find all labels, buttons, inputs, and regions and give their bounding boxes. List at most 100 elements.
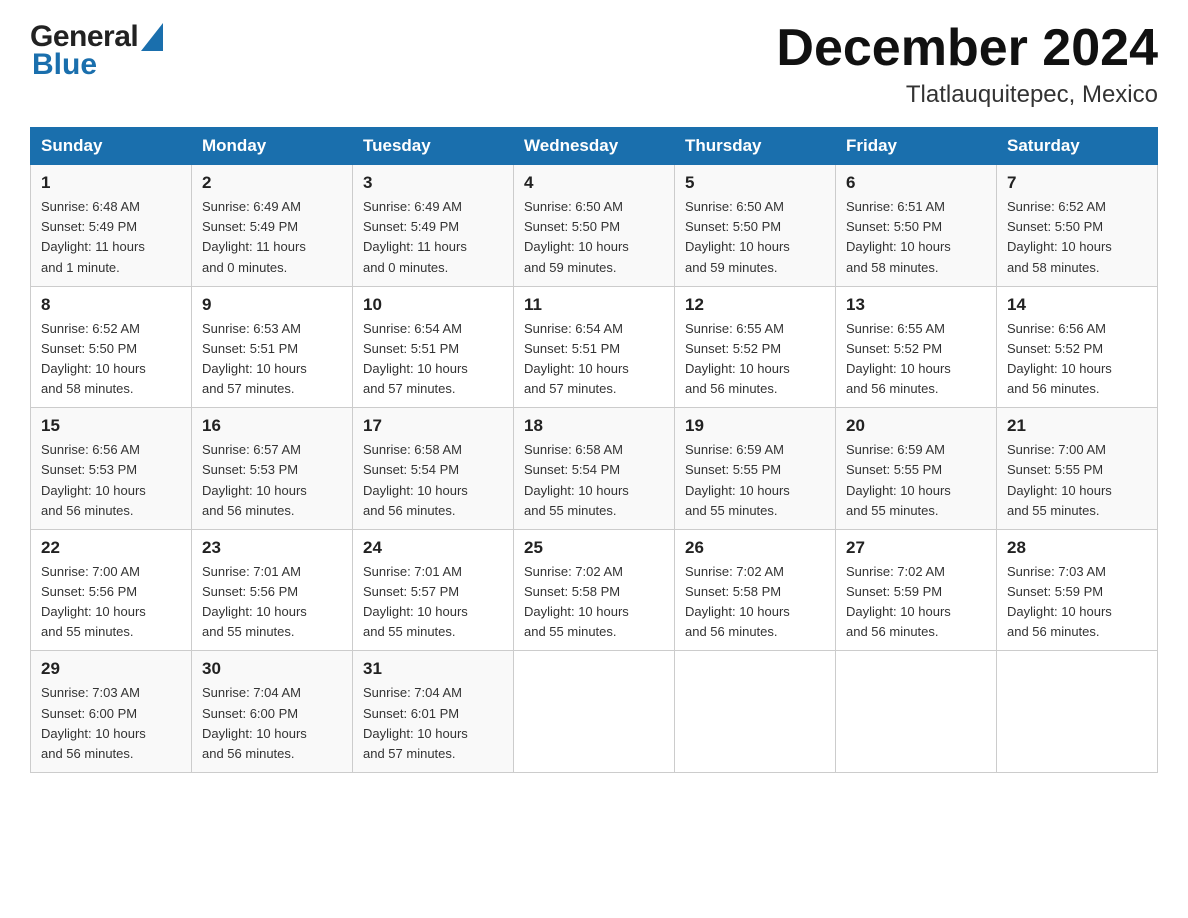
day-cell: 20Sunrise: 6:59 AMSunset: 5:55 PMDayligh… <box>836 408 997 530</box>
day-cell: 1 Sunrise: 6:48 AMSunset: 5:49 PMDaylight… <box>31 165 192 287</box>
header-cell-wednesday: Wednesday <box>514 128 675 165</box>
day-info: Sunrise: 6:50 AMSunset: 5:50 PMDaylight:… <box>685 197 825 278</box>
header-cell-sunday: Sunday <box>31 128 192 165</box>
day-cell: 8 Sunrise: 6:52 AMSunset: 5:50 PMDaylight… <box>31 286 192 408</box>
day-info: Sunrise: 7:04 AMSunset: 6:00 PMDaylight:… <box>202 683 342 764</box>
day-info: Sunrise: 6:51 AMSunset: 5:50 PMDaylight:… <box>846 197 986 278</box>
day-cell: 31 Sunrise: 7:04 AMSunset: 6:01 PMDayligh… <box>353 651 514 773</box>
week-row-5: 29Sunrise: 7:03 AMSunset: 6:00 PMDayligh… <box>31 651 1158 773</box>
day-info: Sunrise: 6:55 AMSunset: 5:52 PMDaylight:… <box>846 319 986 400</box>
day-number: 7 <box>1007 173 1147 193</box>
month-title: December 2024 <box>776 20 1158 77</box>
day-cell: 27Sunrise: 7:02 AMSunset: 5:59 PMDayligh… <box>836 529 997 651</box>
day-number: 12 <box>685 295 825 315</box>
day-cell: 5 Sunrise: 6:50 AMSunset: 5:50 PMDaylight… <box>675 165 836 287</box>
day-info: Sunrise: 6:55 AMSunset: 5:52 PMDaylight:… <box>685 319 825 400</box>
day-number: 11 <box>524 295 664 315</box>
day-cell: 12 Sunrise: 6:55 AMSunset: 5:52 PMDayligh… <box>675 286 836 408</box>
calendar-table: SundayMondayTuesdayWednesdayThursdayFrid… <box>30 127 1158 773</box>
day-cell: 10Sunrise: 6:54 AMSunset: 5:51 PMDayligh… <box>353 286 514 408</box>
day-info: Sunrise: 7:00 AMSunset: 5:55 PMDaylight:… <box>1007 440 1147 521</box>
day-number: 4 <box>524 173 664 193</box>
logo: General Blue <box>30 20 163 82</box>
day-cell: 21 Sunrise: 7:00 AMSunset: 5:55 PMDayligh… <box>997 408 1158 530</box>
day-cell: 24 Sunrise: 7:01 AMSunset: 5:57 PMDayligh… <box>353 529 514 651</box>
week-row-4: 22 Sunrise: 7:00 AMSunset: 5:56 PMDayligh… <box>31 529 1158 651</box>
day-number: 10 <box>363 295 503 315</box>
day-number: 8 <box>41 295 181 315</box>
day-number: 19 <box>685 416 825 436</box>
day-number: 14 <box>1007 295 1147 315</box>
day-cell: 11Sunrise: 6:54 AMSunset: 5:51 PMDayligh… <box>514 286 675 408</box>
day-info: Sunrise: 6:50 AMSunset: 5:50 PMDaylight:… <box>524 197 664 278</box>
day-cell: 26Sunrise: 7:02 AMSunset: 5:58 PMDayligh… <box>675 529 836 651</box>
day-cell <box>836 651 997 773</box>
day-number: 1 <box>41 173 181 193</box>
week-row-1: 1 Sunrise: 6:48 AMSunset: 5:49 PMDaylight… <box>31 165 1158 287</box>
day-cell: 25 Sunrise: 7:02 AMSunset: 5:58 PMDayligh… <box>514 529 675 651</box>
day-cell: 28Sunrise: 7:03 AMSunset: 5:59 PMDayligh… <box>997 529 1158 651</box>
day-info: Sunrise: 6:53 AMSunset: 5:51 PMDaylight:… <box>202 319 342 400</box>
day-cell <box>997 651 1158 773</box>
day-info: Sunrise: 7:03 AMSunset: 6:00 PMDaylight:… <box>41 683 181 764</box>
day-number: 24 <box>363 538 503 558</box>
calendar-header: SundayMondayTuesdayWednesdayThursdayFrid… <box>31 128 1158 165</box>
day-info: Sunrise: 7:02 AMSunset: 5:58 PMDaylight:… <box>524 562 664 643</box>
day-number: 30 <box>202 659 342 679</box>
day-info: Sunrise: 6:58 AMSunset: 5:54 PMDaylight:… <box>524 440 664 521</box>
header-cell-friday: Friday <box>836 128 997 165</box>
day-info: Sunrise: 6:59 AMSunset: 5:55 PMDaylight:… <box>846 440 986 521</box>
title-block: December 2024 Tlatlauquitepec, Mexico <box>776 20 1158 109</box>
day-number: 5 <box>685 173 825 193</box>
day-number: 31 <box>363 659 503 679</box>
day-number: 15 <box>41 416 181 436</box>
header-cell-saturday: Saturday <box>997 128 1158 165</box>
day-info: Sunrise: 6:58 AMSunset: 5:54 PMDaylight:… <box>363 440 503 521</box>
day-info: Sunrise: 6:59 AMSunset: 5:55 PMDaylight:… <box>685 440 825 521</box>
day-number: 21 <box>1007 416 1147 436</box>
day-cell: 6 Sunrise: 6:51 AMSunset: 5:50 PMDaylight… <box>836 165 997 287</box>
day-cell: 30 Sunrise: 7:04 AMSunset: 6:00 PMDayligh… <box>192 651 353 773</box>
day-cell: 7Sunrise: 6:52 AMSunset: 5:50 PMDaylight… <box>997 165 1158 287</box>
day-cell: 14 Sunrise: 6:56 AMSunset: 5:52 PMDayligh… <box>997 286 1158 408</box>
day-number: 27 <box>846 538 986 558</box>
header-cell-thursday: Thursday <box>675 128 836 165</box>
page-header: General Blue December 2024 Tlatlauquitep… <box>30 20 1158 109</box>
day-cell: 2Sunrise: 6:49 AMSunset: 5:49 PMDaylight… <box>192 165 353 287</box>
header-cell-monday: Monday <box>192 128 353 165</box>
day-info: Sunrise: 6:56 AMSunset: 5:52 PMDaylight:… <box>1007 319 1147 400</box>
day-info: Sunrise: 6:56 AMSunset: 5:53 PMDaylight:… <box>41 440 181 521</box>
day-number: 25 <box>524 538 664 558</box>
day-cell <box>675 651 836 773</box>
day-info: Sunrise: 6:52 AMSunset: 5:50 PMDaylight:… <box>41 319 181 400</box>
day-cell: 16 Sunrise: 6:57 AMSunset: 5:53 PMDayligh… <box>192 408 353 530</box>
day-info: Sunrise: 6:48 AMSunset: 5:49 PMDaylight:… <box>41 197 181 278</box>
day-number: 16 <box>202 416 342 436</box>
logo-blue-text: Blue <box>32 48 97 82</box>
day-info: Sunrise: 7:03 AMSunset: 5:59 PMDaylight:… <box>1007 562 1147 643</box>
day-info: Sunrise: 7:04 AMSunset: 6:01 PMDaylight:… <box>363 683 503 764</box>
day-info: Sunrise: 7:00 AMSunset: 5:56 PMDaylight:… <box>41 562 181 643</box>
logo-arrow-icon <box>141 23 163 51</box>
calendar-body: 1 Sunrise: 6:48 AMSunset: 5:49 PMDaylight… <box>31 165 1158 773</box>
day-info: Sunrise: 7:01 AMSunset: 5:57 PMDaylight:… <box>363 562 503 643</box>
week-row-3: 15 Sunrise: 6:56 AMSunset: 5:53 PMDayligh… <box>31 408 1158 530</box>
header-cell-tuesday: Tuesday <box>353 128 514 165</box>
day-cell: 9 Sunrise: 6:53 AMSunset: 5:51 PMDaylight… <box>192 286 353 408</box>
day-cell: 22 Sunrise: 7:00 AMSunset: 5:56 PMDayligh… <box>31 529 192 651</box>
day-cell: 18Sunrise: 6:58 AMSunset: 5:54 PMDayligh… <box>514 408 675 530</box>
day-number: 9 <box>202 295 342 315</box>
day-number: 17 <box>363 416 503 436</box>
day-number: 6 <box>846 173 986 193</box>
day-cell: 23Sunrise: 7:01 AMSunset: 5:56 PMDayligh… <box>192 529 353 651</box>
day-cell: 13Sunrise: 6:55 AMSunset: 5:52 PMDayligh… <box>836 286 997 408</box>
week-row-2: 8 Sunrise: 6:52 AMSunset: 5:50 PMDaylight… <box>31 286 1158 408</box>
day-number: 22 <box>41 538 181 558</box>
day-info: Sunrise: 7:02 AMSunset: 5:58 PMDaylight:… <box>685 562 825 643</box>
day-info: Sunrise: 7:01 AMSunset: 5:56 PMDaylight:… <box>202 562 342 643</box>
day-info: Sunrise: 6:57 AMSunset: 5:53 PMDaylight:… <box>202 440 342 521</box>
day-info: Sunrise: 6:49 AMSunset: 5:49 PMDaylight:… <box>363 197 503 278</box>
day-cell: 29Sunrise: 7:03 AMSunset: 6:00 PMDayligh… <box>31 651 192 773</box>
day-cell: 15 Sunrise: 6:56 AMSunset: 5:53 PMDayligh… <box>31 408 192 530</box>
day-cell: 17 Sunrise: 6:58 AMSunset: 5:54 PMDayligh… <box>353 408 514 530</box>
